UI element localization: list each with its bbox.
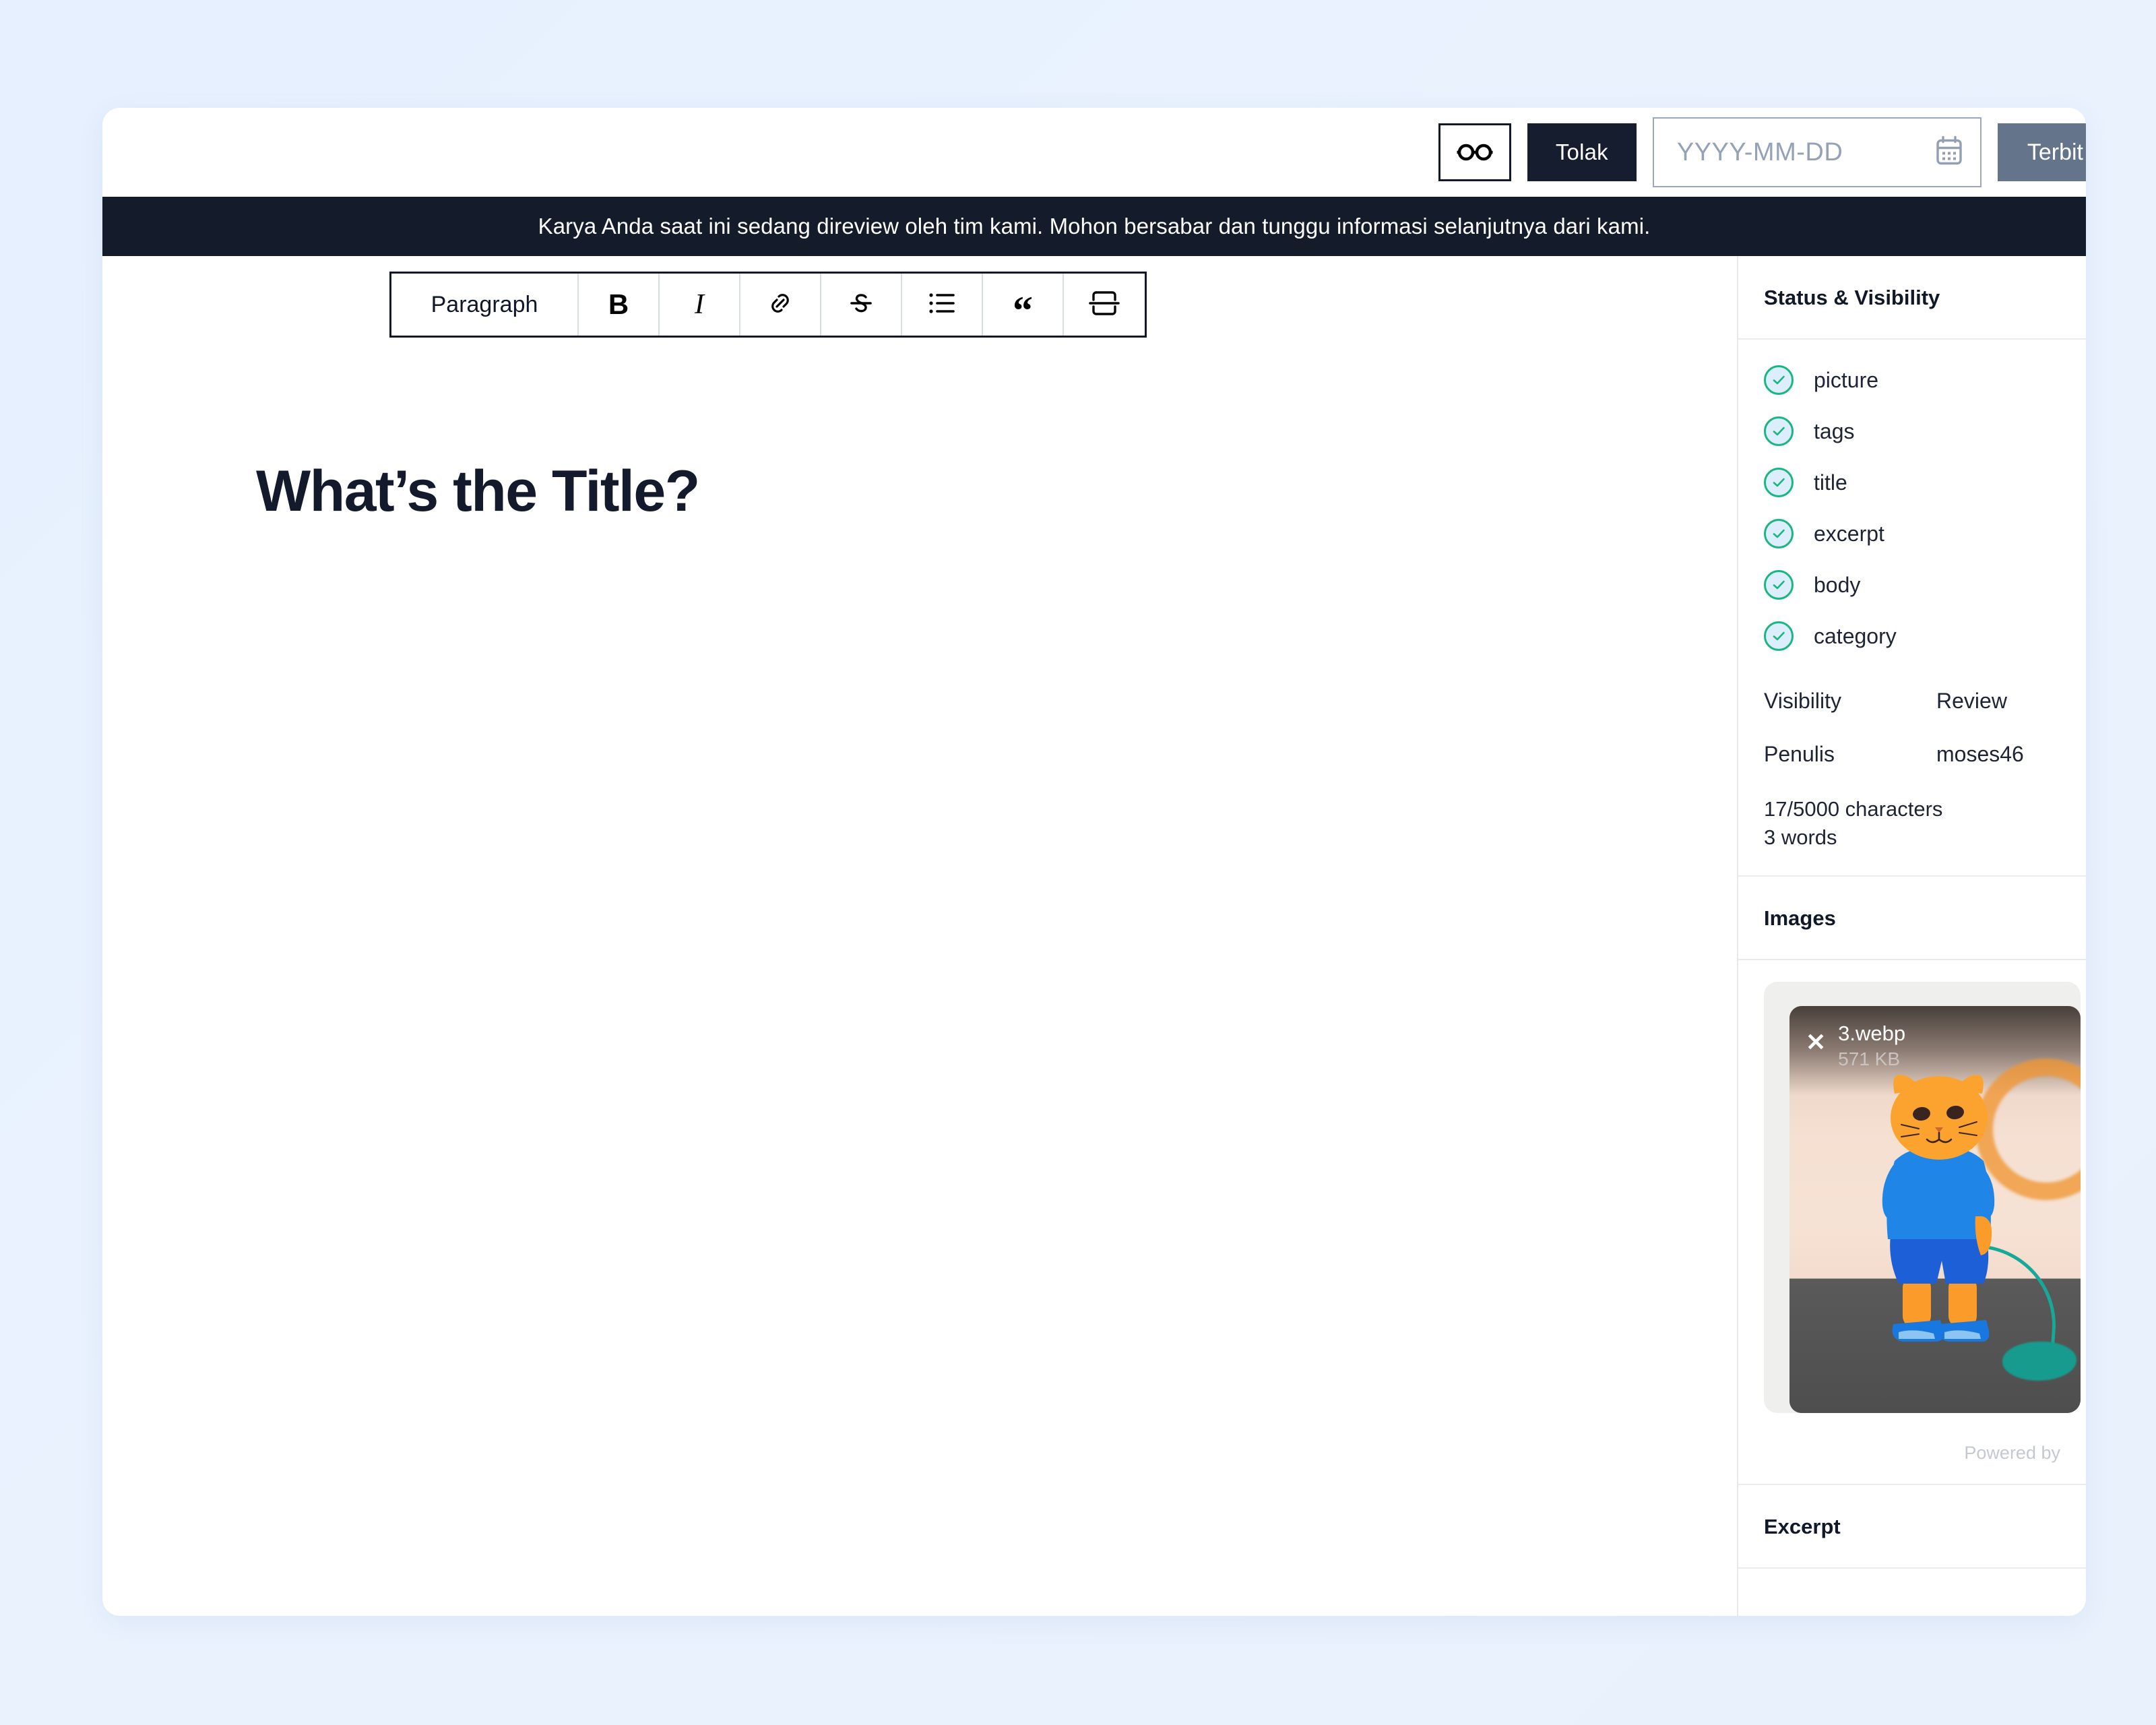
image-info-overlay: ✕ 3.webp 571 KB xyxy=(1789,1006,2081,1071)
metadata-value[interactable]: Review xyxy=(1936,689,2007,714)
list-icon xyxy=(926,290,957,320)
publish-button[interactable]: Terbit xyxy=(1997,123,2086,181)
image-list: ✕ 3.webp 571 KB xyxy=(1738,960,2086,1428)
checklist-item-body: body xyxy=(1738,559,2086,610)
link-icon xyxy=(765,288,795,321)
checklist-label: title xyxy=(1814,470,1847,495)
status-visibility-section: Status & Visibility xyxy=(1738,256,2086,340)
check-circle-icon xyxy=(1764,468,1794,497)
post-metadata: Visibility Review Penulis moses46 17/500… xyxy=(1738,682,2086,875)
cat-character-illustration xyxy=(1882,1075,1995,1342)
italic-icon: I xyxy=(695,289,704,320)
image-filename: 3.webp xyxy=(1838,1022,1906,1046)
formatting-toolbar: Paragraph B I “ xyxy=(389,272,1147,338)
check-circle-icon xyxy=(1764,621,1794,651)
word-count: 3 words xyxy=(1764,825,1837,849)
close-icon[interactable]: ✕ xyxy=(1806,1030,1826,1055)
metadata-value[interactable]: moses46 xyxy=(1936,742,2024,767)
reject-button[interactable]: Tolak xyxy=(1527,123,1637,181)
content-area: Paragraph B I “ What’s the Title? Status… xyxy=(102,256,2086,1616)
italic-button[interactable]: I xyxy=(660,274,740,336)
checklist-label: category xyxy=(1814,623,1897,648)
horizontal-rule-icon xyxy=(1088,288,1120,322)
bold-icon: B xyxy=(608,288,629,320)
quote-icon: “ xyxy=(1013,288,1033,333)
metadata-key: Penulis xyxy=(1764,742,1835,766)
blockquote-button[interactable]: “ xyxy=(983,274,1064,336)
glasses-icon xyxy=(1456,142,1494,162)
character-count: 17/5000 characters xyxy=(1764,797,1943,821)
metadata-row-author: Penulis moses46 xyxy=(1764,742,2060,767)
bullet-list-button[interactable] xyxy=(902,274,983,336)
check-circle-icon xyxy=(1764,519,1794,548)
strikethrough-button[interactable] xyxy=(821,274,902,336)
image-filesize: 571 KB xyxy=(1838,1048,1901,1069)
images-section: ✕ 3.webp 571 KB Powered by xyxy=(1738,960,2086,1486)
editor-pane: Paragraph B I “ What’s the Title? xyxy=(102,256,1737,1616)
excerpt-section: Excerpt xyxy=(1738,1485,2086,1569)
image-thumbnail[interactable]: ✕ 3.webp 571 KB xyxy=(1789,1006,2081,1414)
completion-checklist: picture tags title excerpt body category xyxy=(1738,340,2086,682)
checklist-item-title: title xyxy=(1738,457,2086,508)
check-circle-icon xyxy=(1764,570,1794,600)
document-title[interactable]: What’s the Title? xyxy=(256,458,700,525)
publish-date-field[interactable] xyxy=(1652,117,1981,187)
review-status-banner: Karya Anda saat ini sedang direview oleh… xyxy=(102,197,2086,256)
metadata-key: Visibility xyxy=(1764,689,1841,713)
checklist-item-picture: picture xyxy=(1738,354,2086,406)
checklist-item-excerpt: excerpt xyxy=(1738,508,2086,559)
checklist-label: tags xyxy=(1814,418,1855,443)
excerpt-heading: Excerpt xyxy=(1764,1515,1841,1539)
checklist-label: picture xyxy=(1814,367,1879,392)
editor-window: Tolak YYYY-MM-DD Terbit Karya Anda saat … xyxy=(102,108,2086,1616)
link-button[interactable] xyxy=(740,274,821,336)
calendar-icon[interactable] xyxy=(1936,135,1963,169)
completion-checklist-section: picture tags title excerpt body category… xyxy=(1738,340,2086,877)
images-heading: Images xyxy=(1764,906,1836,931)
settings-sidebar: Status & Visibility picture tags title e… xyxy=(1737,256,2086,1616)
powered-by-label: Powered by xyxy=(1964,1443,2060,1464)
check-circle-icon xyxy=(1764,416,1794,446)
document-body[interactable] xyxy=(256,553,1604,957)
publish-date-input[interactable] xyxy=(1653,137,1910,167)
checklist-label: excerpt xyxy=(1814,521,1884,546)
check-circle-icon xyxy=(1764,365,1794,395)
images-section-header: Images xyxy=(1738,877,2086,961)
checklist-label: body xyxy=(1814,572,1861,597)
bold-button[interactable]: B xyxy=(579,274,660,336)
checklist-item-category: category xyxy=(1738,610,2086,662)
status-visibility-heading: Status & Visibility xyxy=(1764,286,1940,309)
paragraph-style-select[interactable]: Paragraph xyxy=(391,274,579,336)
horizontal-rule-button[interactable] xyxy=(1064,274,1145,336)
preview-button[interactable] xyxy=(1438,123,1511,181)
checklist-item-tags: tags xyxy=(1738,406,2086,457)
image-card: ✕ 3.webp 571 KB xyxy=(1764,982,2081,1414)
top-toolbar: Tolak YYYY-MM-DD Terbit xyxy=(102,108,2086,197)
strikethrough-icon xyxy=(846,288,876,321)
review-status-message: Karya Anda saat ini sedang direview oleh… xyxy=(538,214,1651,239)
metadata-row-visibility: Visibility Review xyxy=(1764,689,2060,714)
